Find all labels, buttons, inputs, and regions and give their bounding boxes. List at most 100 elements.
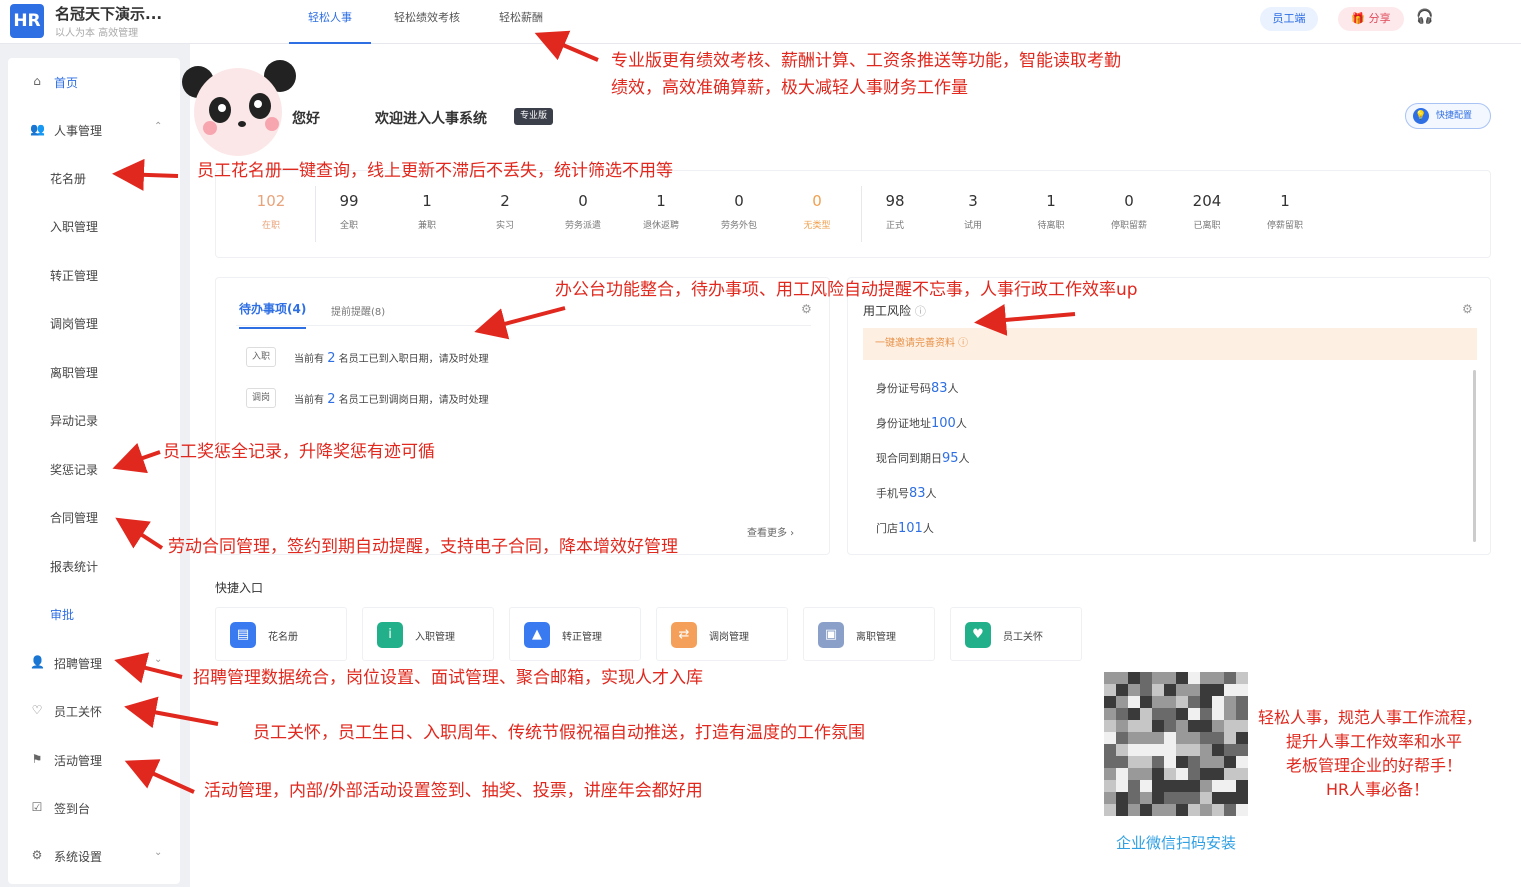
sidebar-item[interactable]: 花名册 <box>8 162 180 194</box>
welcome-message: 欢迎进入人事系统 <box>375 111 487 127</box>
quick-entry-item[interactable]: ▲ 转正管理 <box>509 607 641 661</box>
todo-count[interactable]: 2 <box>327 392 335 407</box>
stat-value: 0 <box>1124 192 1134 210</box>
sidebar-item[interactable]: ⌂ 首页 <box>8 66 180 98</box>
stat-item[interactable]: 98 正式 <box>856 192 934 231</box>
flag-icon: ⚑ <box>31 752 43 766</box>
sidebar-item-label: 异动记录 <box>50 414 99 428</box>
settings-icon[interactable]: ⚙ <box>801 302 812 316</box>
qr-code <box>1104 672 1248 816</box>
stat-item[interactable]: 204 已离职 <box>1168 192 1246 231</box>
settings-icon[interactable]: ⚙ <box>1462 302 1473 316</box>
sidebar-item[interactable]: 异动记录 <box>8 404 180 436</box>
stat-item[interactable]: 0 停职留薪 <box>1090 192 1168 231</box>
quick-entry-item[interactable]: ▣ 离职管理 <box>803 607 935 661</box>
sidebar-item[interactable]: ⚙ 系统设置 ⌄ <box>8 840 180 872</box>
stat-item[interactable]: 3 试用 <box>934 192 1012 231</box>
risk-count[interactable]: 101 <box>898 521 923 536</box>
risk-card: 用工风险 ⓘ ⚙ 一键邀请完善资料 ⓘ 身份证号码83人 身份证地址100人 现合同… <box>847 277 1491 555</box>
annotation-pro-2: 绩效，高效准确算薪，极大减轻人事财务工作量 <box>611 78 968 98</box>
risk-count[interactable]: 100 <box>931 416 956 431</box>
quick-entry-item[interactable]: ♥ 员工关怀 <box>950 607 1082 661</box>
greeting: 您好 <box>292 111 320 127</box>
chevron-down-icon[interactable]: ⌄ <box>154 847 162 858</box>
headset-icon[interactable]: 🎧 <box>1416 9 1433 25</box>
risk-row[interactable]: 身份证地址100人 <box>876 415 967 431</box>
sidebar-item[interactable]: ☑ 签到台 <box>8 792 180 824</box>
todo-post: 名员工已到调岗日期，请及时处理 <box>338 395 489 406</box>
chevron-up-icon[interactable]: ⌃ <box>154 121 162 132</box>
quick-config-button[interactable]: 💡 快捷配置 <box>1405 103 1491 129</box>
sidebar-item-label: 合同管理 <box>50 511 99 525</box>
sidebar-item[interactable]: ♡ 员工关怀 <box>8 695 180 727</box>
risk-label: 现合同到期日 <box>876 452 942 465</box>
stat-item[interactable]: 2 实习 <box>466 192 544 231</box>
sidebar-item[interactable]: 转正管理 <box>8 259 180 291</box>
stat-value: 99 <box>339 192 359 210</box>
sidebar-item[interactable]: 合同管理 <box>8 501 180 533</box>
stat-value: 0 <box>812 192 822 210</box>
tab-reminders[interactable]: 提前提醒(8) <box>331 303 385 318</box>
quick-entry-icon: ▤ <box>230 622 256 648</box>
risk-row[interactable]: 门店101人 <box>876 520 934 536</box>
stat-item[interactable]: 1 停薪留职 <box>1246 192 1324 231</box>
risk-unit: 人 <box>955 417 967 430</box>
risk-count[interactable]: 83 <box>909 486 926 501</box>
sidebar-item[interactable]: 离职管理 <box>8 356 180 388</box>
stat-label: 待离职 <box>1037 221 1065 231</box>
stat-item[interactable]: 0 劳务派遣 <box>544 192 622 231</box>
tab-easy-hr[interactable]: 轻松人事 <box>289 0 371 44</box>
sidebar-item[interactable]: ⚑ 活动管理 <box>8 744 180 776</box>
stat-value: 1 <box>1046 192 1056 210</box>
invite-complete-info-banner[interactable]: 一键邀请完善资料 ⓘ <box>863 328 1477 360</box>
quick-entry-item[interactable]: ⇄ 调岗管理 <box>656 607 788 661</box>
stat-item[interactable]: 1 退休返聘 <box>622 192 700 231</box>
quick-entry-item[interactable]: i 入职管理 <box>362 607 494 661</box>
scrollbar[interactable] <box>1473 370 1476 542</box>
risk-count[interactable]: 83 <box>931 381 948 396</box>
annotation-recruit: 招聘管理数据统合，岗位设置、面试管理、聚合邮箱，实现人才入库 <box>193 668 703 688</box>
help-icon[interactable]: ⓘ <box>915 305 926 318</box>
sidebar-item[interactable]: 👥 人事管理 ⌃ <box>8 114 180 146</box>
sidebar-item[interactable]: 审批 <box>8 598 180 630</box>
company-name[interactable]: 名冠天下演示... <box>55 3 162 24</box>
todo-count[interactable]: 2 <box>327 351 335 366</box>
stat-label: 在职 <box>261 221 280 231</box>
tab-performance[interactable]: 轻松绩效考核 <box>382 0 472 44</box>
todo-post: 名员工已到入职日期，请及时处理 <box>338 354 489 365</box>
risk-unit: 人 <box>958 452 970 465</box>
sidebar-item[interactable]: 调岗管理 <box>8 307 180 339</box>
risk-row[interactable]: 现合同到期日95人 <box>876 450 970 466</box>
risk-label: 身份证地址 <box>876 417 931 430</box>
sidebar-item-label: 系统设置 <box>54 850 103 864</box>
risk-label: 身份证号码 <box>876 382 931 395</box>
stat-item[interactable]: 0 劳务外包 <box>700 192 778 231</box>
stat-item[interactable]: 1 兼职 <box>388 192 466 231</box>
risk-row[interactable]: 手机号83人 <box>876 485 937 501</box>
stat-item[interactable]: 102 在职 <box>232 192 310 231</box>
todo-item[interactable]: 当前有 2 名员工已到入职日期，请及时处理 <box>294 350 489 366</box>
sidebar-item-label: 首页 <box>54 76 79 90</box>
quick-entry-label: 员工关怀 <box>1003 632 1043 643</box>
brand-logo[interactable]: HR <box>10 4 44 38</box>
chevron-down-icon[interactable]: ⌄ <box>154 654 162 665</box>
panda-mascot <box>182 60 296 156</box>
view-more-link[interactable]: 查看更多 › <box>747 524 794 539</box>
risk-count[interactable]: 95 <box>942 451 959 466</box>
sidebar-item[interactable]: 👤 招聘管理 ⌄ <box>8 647 180 679</box>
stat-item[interactable]: 1 待离职 <box>1012 192 1090 231</box>
share-button[interactable]: 🎁 分享 <box>1338 7 1404 31</box>
annotation-pro: 专业版更有绩效考核、薪酬计算、工资条推送等功能，智能读取考勤 <box>611 51 1121 71</box>
stat-item[interactable]: 99 全职 <box>310 192 388 231</box>
sidebar-item[interactable]: 奖惩记录 <box>8 453 180 485</box>
stat-item[interactable]: 0 无类型 <box>778 192 856 231</box>
todo-item[interactable]: 当前有 2 名员工已到调岗日期，请及时处理 <box>294 391 489 407</box>
tab-salary[interactable]: 轻松薪酬 <box>486 0 556 44</box>
quick-entry-item[interactable]: ▤ 花名册 <box>215 607 347 661</box>
employee-portal-button[interactable]: 员工端 <box>1260 7 1318 31</box>
stat-value: 98 <box>885 192 905 210</box>
divider <box>236 325 811 326</box>
risk-row[interactable]: 身份证号码83人 <box>876 380 959 396</box>
sidebar-item[interactable]: 报表统计 <box>8 550 180 582</box>
sidebar-item[interactable]: 入职管理 <box>8 210 180 242</box>
